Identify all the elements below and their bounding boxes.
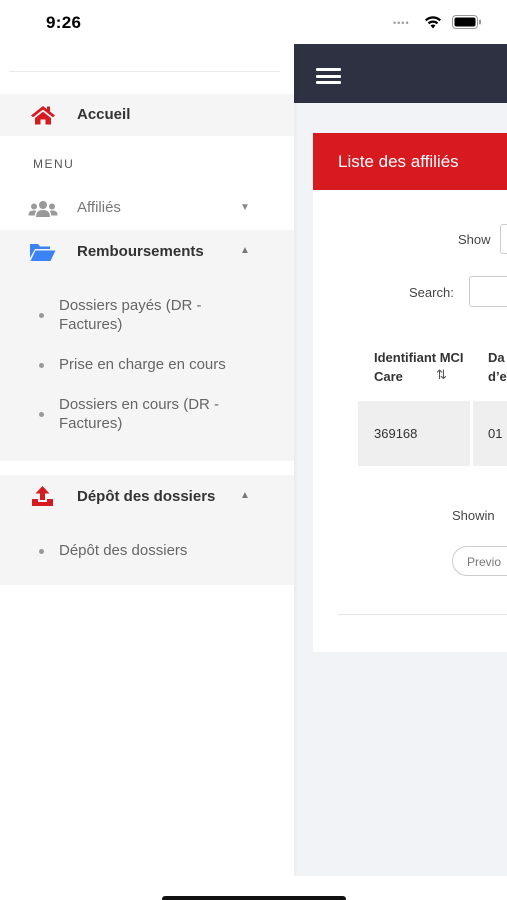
column-header-date[interactable]: Da d’e <box>488 348 507 386</box>
wifi-icon <box>425 16 441 29</box>
sidebar-subitem-label: Dossiers payés (DR - Factures) <box>59 297 202 333</box>
sidebar-subitem-label: Prise en charge en cours <box>59 356 226 373</box>
status-bar: 9:26 •••• <box>0 0 507 44</box>
home-icon <box>31 106 55 125</box>
sidebar-subitem-dossiers-en-cours[interactable]: Dossiers en cours (DR - Factures) <box>0 395 294 439</box>
sidebar-subitem-dossiers-payes[interactable]: Dossiers payés (DR - Factures) <box>0 296 294 340</box>
sidebar-item-label: Dépôt des dossiers <box>77 488 216 505</box>
battery-icon <box>452 15 481 29</box>
sidebar-item-affilies[interactable]: Affiliés ▼ <box>0 188 294 230</box>
bullet-icon <box>39 412 44 417</box>
affilies-card: Liste des affiliés Show Search: Identifi… <box>313 133 507 652</box>
depot-group: Dépôt des dossiers ▲ Dépôt des dossiers <box>0 475 294 585</box>
chevron-up-icon: ▲ <box>240 490 250 501</box>
sidebar-item-label: Affiliés <box>77 199 121 216</box>
search-input[interactable] <box>469 276 507 307</box>
table-cell-date: 01 <box>473 401 507 466</box>
sidebar-item-accueil[interactable]: Accueil <box>0 94 294 136</box>
remboursements-group: Remboursements ▲ Dossiers payés (DR - Fa… <box>0 230 294 461</box>
show-entries-label: Show <box>458 232 491 247</box>
upload-icon <box>32 486 53 506</box>
hamburger-menu-icon[interactable] <box>316 68 341 84</box>
column-header-identifiant[interactable]: Identifiant MCI Care <box>374 348 474 386</box>
sidebar-subitem-label: Dépôt des dossiers <box>59 542 188 559</box>
table-cell-identifiant: 369168 <box>358 401 470 466</box>
sidebar-item-label: Remboursements <box>77 243 204 260</box>
chevron-down-icon: ▼ <box>240 202 250 213</box>
sidebar-subitem-prise-en-charge[interactable]: Prise en charge en cours <box>0 355 294 379</box>
entries-per-page-select[interactable] <box>500 224 507 254</box>
signal-icon: •••• <box>393 18 410 28</box>
card-header: Liste des affiliés <box>313 133 507 190</box>
sidebar-drawer: Accueil MENU Affiliés ▼ Remboursements ▲… <box>0 44 294 876</box>
table-info-text: Showin <box>452 508 495 523</box>
sort-icon[interactable]: ⇅ <box>436 367 447 383</box>
bullet-icon <box>39 313 44 318</box>
bullet-icon <box>39 549 44 554</box>
home-indicator[interactable] <box>162 896 346 900</box>
divider <box>9 71 280 72</box>
folder-open-icon <box>30 244 56 261</box>
status-time: 9:26 <box>46 13 82 32</box>
menu-heading: MENU <box>33 157 75 171</box>
sidebar-subitem-depot-dossiers[interactable]: Dépôt des dossiers <box>0 541 294 565</box>
card-divider <box>338 614 507 615</box>
bullet-icon <box>39 363 44 368</box>
sidebar-item-remboursements[interactable]: Remboursements ▲ <box>0 230 294 274</box>
main-content: Liste des affiliés Show Search: Identifi… <box>294 44 507 876</box>
previous-page-button[interactable]: Previo <box>452 546 507 576</box>
users-icon <box>28 201 58 217</box>
card-title: Liste des affiliés <box>338 152 459 171</box>
sidebar-item-label: Accueil <box>77 106 131 123</box>
chevron-up-icon: ▲ <box>240 245 250 256</box>
search-label: Search: <box>409 285 454 300</box>
top-navbar <box>294 44 507 103</box>
sidebar-subitem-label: Dossiers en cours (DR - Factures) <box>59 396 220 432</box>
sidebar-item-depot[interactable]: Dépôt des dossiers ▲ <box>0 475 294 519</box>
